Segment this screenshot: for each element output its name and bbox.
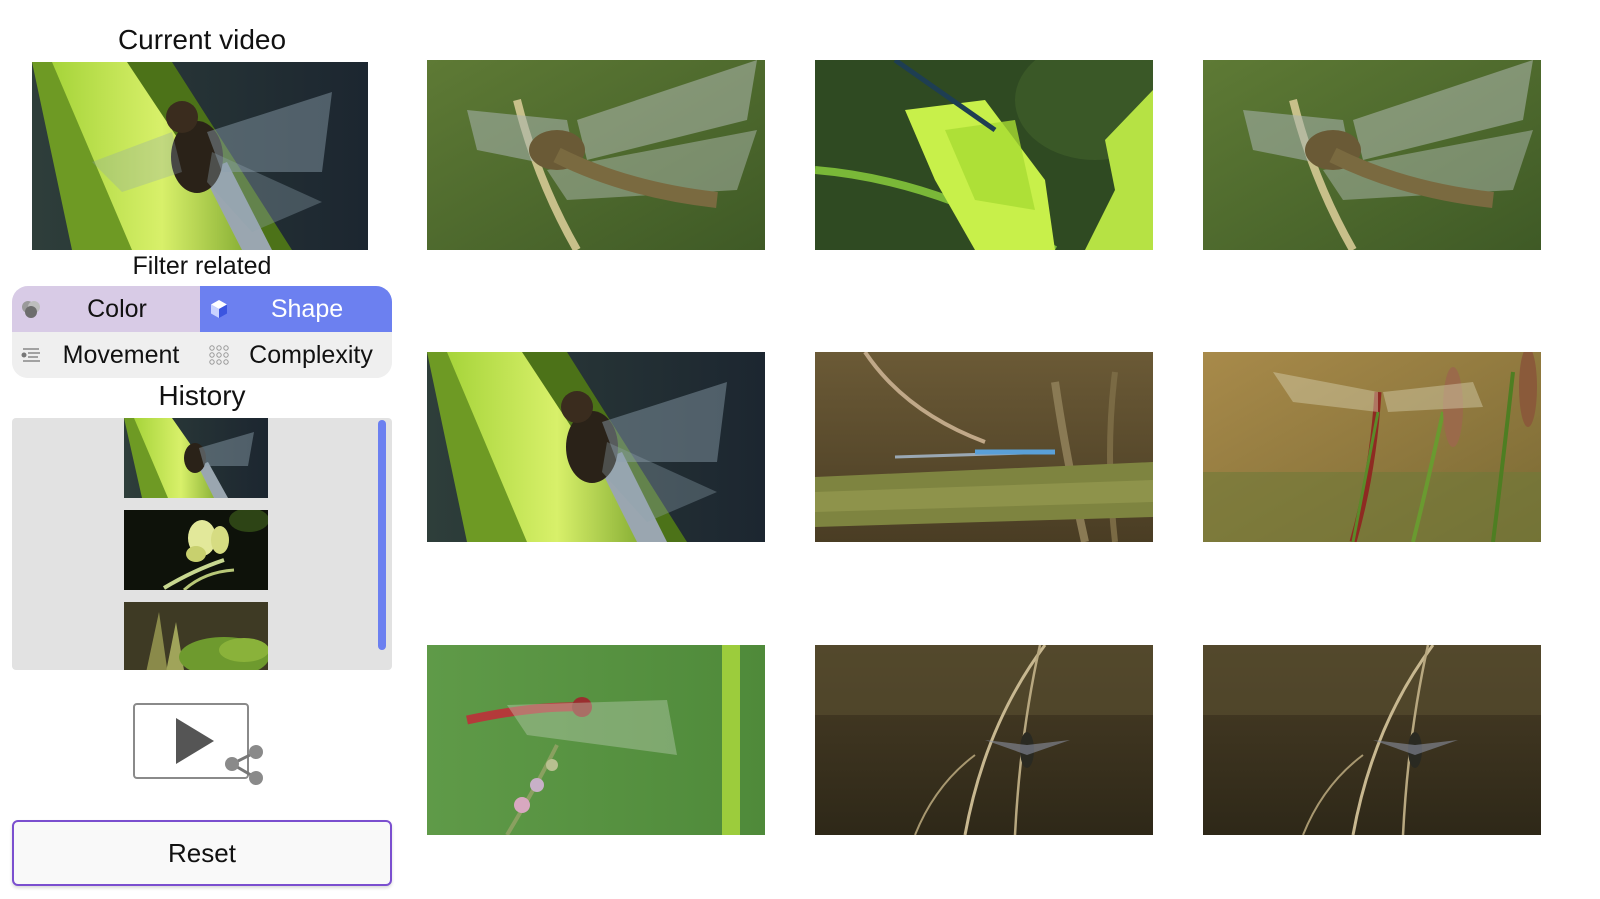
history-title: History (158, 380, 246, 411)
result-video-thumbnail[interactable] (1203, 645, 1541, 835)
history-item[interactable] (124, 418, 268, 498)
result-video-thumbnail[interactable] (427, 352, 765, 542)
result-video-thumbnail[interactable] (1203, 352, 1541, 542)
reset-button[interactable]: Reset (12, 820, 392, 886)
result-video-thumbnail[interactable] (815, 645, 1153, 835)
share-video-button[interactable] (132, 702, 272, 794)
result-video-thumbnail[interactable] (427, 645, 765, 835)
filter-complexity-label: Complexity (249, 340, 373, 369)
current-video-player[interactable] (32, 62, 368, 250)
left-panel: Current video Filter related Color Shape… (12, 0, 392, 899)
filter-related-title: Filter related (132, 252, 272, 280)
result-video-thumbnail[interactable] (1203, 60, 1541, 250)
play-share-icon (133, 703, 263, 785)
history-list[interactable] (12, 418, 392, 670)
history-scrollbar[interactable] (378, 420, 386, 650)
result-video-thumbnail[interactable] (815, 352, 1153, 542)
filter-color-button[interactable]: Color (12, 286, 200, 332)
filter-movement-button[interactable]: Movement (12, 332, 200, 378)
filter-movement-label: Movement (62, 340, 180, 369)
history-item[interactable] (124, 602, 268, 670)
filter-color-label: Color (87, 294, 147, 323)
current-video-title: Current video (117, 24, 287, 55)
result-video-thumbnail[interactable] (427, 60, 765, 250)
filter-shape-label: Shape (270, 294, 344, 323)
filter-shape-button[interactable]: Shape (200, 286, 392, 332)
filter-complexity-button[interactable]: Complexity (200, 332, 392, 378)
history-item[interactable] (124, 510, 268, 590)
result-video-thumbnail[interactable] (815, 60, 1153, 250)
filter-options-panel: Color Shape Movement Complexity (12, 286, 392, 378)
